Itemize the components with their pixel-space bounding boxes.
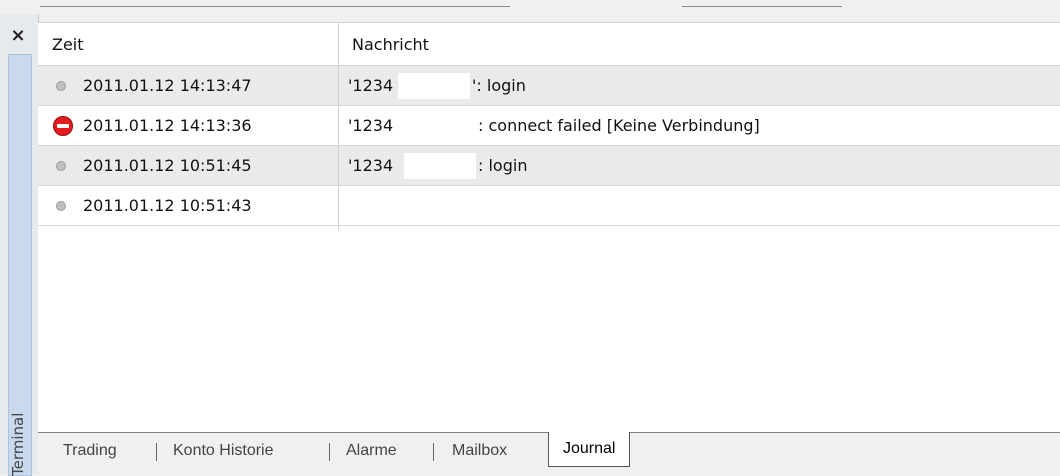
close-icon[interactable]: × <box>8 26 28 46</box>
message-suffix: : login <box>478 156 528 175</box>
error-icon <box>53 116 73 136</box>
row-time: 2011.01.12 10:51:45 <box>83 156 252 175</box>
tab-trading[interactable]: Trading <box>63 433 117 469</box>
top-divider <box>40 6 510 7</box>
tab-separator <box>156 443 157 461</box>
info-dot-icon <box>56 161 66 171</box>
journal-table: Zeit Nachricht 2011.01.12 14:13:47 '1234… <box>38 22 1060 433</box>
row-message: '1234 <box>348 66 393 106</box>
table-row[interactable]: 2011.01.12 10:51:45 '1234 : login <box>38 146 1060 186</box>
message-suffix: : connect failed [Keine Verbindung] <box>478 116 760 135</box>
terminal-label: Terminal <box>9 412 27 476</box>
row-time: 2011.01.12 14:13:47 <box>83 76 252 95</box>
tab-alarme[interactable]: Alarme <box>346 433 397 469</box>
row-time: 2011.01.12 14:13:36 <box>83 116 252 135</box>
info-dot-icon <box>56 81 66 91</box>
redaction-mask <box>404 153 476 179</box>
tab-konto-historie[interactable]: Konto Historie <box>173 433 274 469</box>
terminal-sidebar: × Terminal <box>0 14 39 476</box>
tab-separator <box>433 443 434 461</box>
row-icon-cell <box>46 186 70 225</box>
column-header-zeit[interactable]: Zeit <box>52 23 84 65</box>
message-prefix: '1234 <box>348 76 394 95</box>
tab-mailbox[interactable]: Mailbox <box>452 433 507 469</box>
message-prefix: '1234 <box>348 116 394 135</box>
table-row[interactable]: 2011.01.12 10:51:43 <box>38 186 1060 226</box>
message-prefix: '1234 <box>348 156 394 175</box>
row-icon-cell <box>46 106 73 145</box>
tab-separator <box>329 443 330 461</box>
row-icon-cell <box>46 66 70 105</box>
column-divider[interactable] <box>338 23 339 230</box>
column-header-nachricht[interactable]: Nachricht <box>352 23 429 65</box>
table-header: Zeit Nachricht <box>38 23 1060 66</box>
top-divider <box>682 6 842 7</box>
row-icon-cell <box>46 146 70 185</box>
top-panel-edge <box>0 0 1060 14</box>
row-time: 2011.01.12 10:51:43 <box>83 196 252 215</box>
row-message: '1234 <box>348 106 393 146</box>
table-row[interactable]: 2011.01.12 14:13:47 '1234 ': login <box>38 66 1060 106</box>
table-row[interactable]: 2011.01.12 14:13:36 '1234 : connect fail… <box>38 106 1060 146</box>
info-dot-icon <box>56 201 66 211</box>
tab-journal[interactable]: Journal <box>548 432 631 467</box>
message-suffix: ': login <box>472 76 526 95</box>
row-message: '1234 <box>348 146 393 186</box>
redaction-mask <box>398 73 470 99</box>
terminal-tab-bar: Trading Konto Historie Alarme Mailbox Jo… <box>38 432 1060 475</box>
